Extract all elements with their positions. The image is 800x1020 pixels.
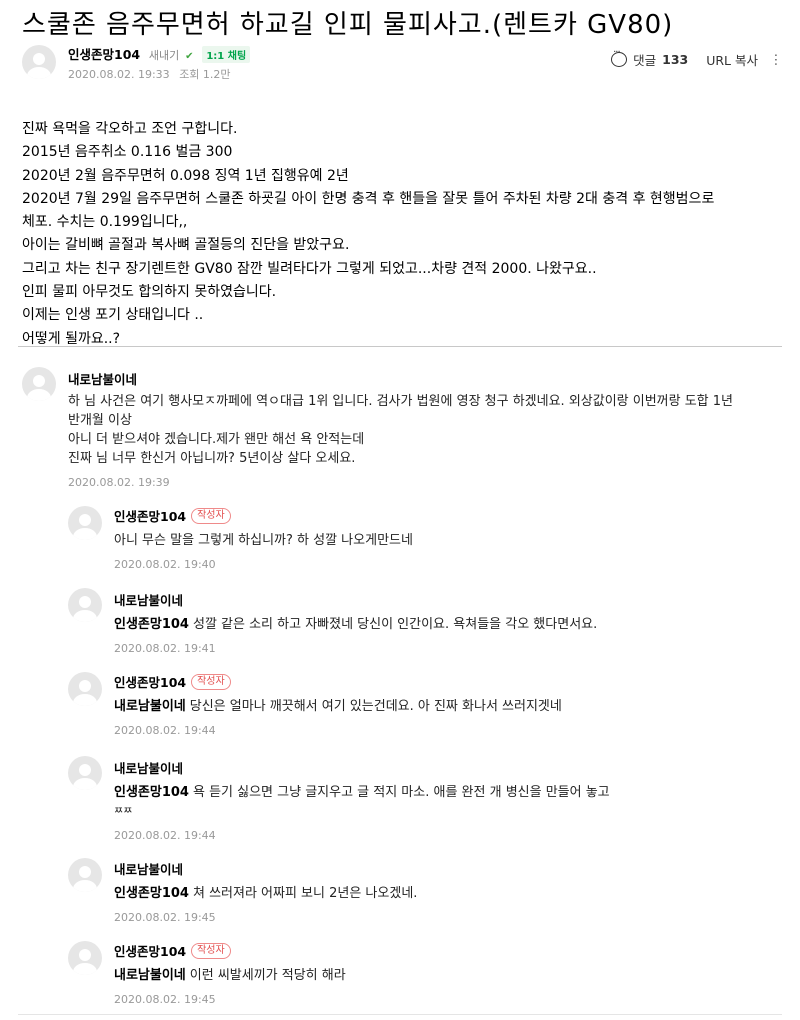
commenter-name[interactable]: 내로남불이네	[114, 859, 183, 878]
comment-text: 내로남불이네 당신은 얼마나 깨끗해서 여기 있는건데요. 아 진짜 화나서 쓰러…	[114, 697, 562, 716]
comment-item: 인생존망104 작성자 내로남불이네 당신은 얼마나 깨끗해서 여기 있는건데요.…	[114, 672, 562, 737]
commenter-name[interactable]: 내로남불이네	[114, 758, 183, 777]
mention[interactable]: 인생존망104	[114, 617, 189, 632]
comment-text: 내로남불이네 이런 씨발세끼가 적당히 해라	[114, 966, 346, 985]
commenter-avatar[interactable]	[22, 367, 56, 401]
comment-line: 욕 듣기 싫으면 그냥 글지우고 글 적지 마소. 애를 완전 개 병신을 만들…	[192, 785, 610, 800]
sprout-icon: ✔	[185, 51, 194, 62]
post-body: 진짜 욕먹을 각오하고 조언 구합니다. 2015년 음주취소 0.116 벌금…	[22, 118, 782, 351]
post-meta: 2020.08.02. 19:33 조회 1.2만	[68, 66, 231, 82]
commenter-avatar[interactable]	[68, 588, 102, 622]
comment-text: 하 님 사건은 여기 행사모ㅈ까페에 역ㅇ대급 1위 입니다. 검사가 법원에 …	[68, 392, 784, 468]
comment-item: 인생존망104 작성자 내로남불이네 이런 씨발세끼가 적당히 해라 2020.0…	[114, 941, 346, 1006]
comment-item: 내로남불이네 인생존망104 쳐 쓰러져라 어짜피 보니 2년은 나오겠네. 20…	[114, 859, 417, 924]
author-avatar[interactable]	[22, 45, 56, 79]
comment-date: 2020.08.02. 19:39	[68, 476, 170, 489]
body-line: 어떻게 될까요..?	[22, 330, 121, 347]
comment-text: 아니 무슨 말을 그렇게 하십니까? 하 성깔 나오게만드네	[114, 531, 413, 550]
body-line: 이제는 인생 포기 상태입니다 ..	[22, 307, 204, 324]
commenter-name[interactable]: 내로남불이네	[114, 590, 183, 609]
commenter-avatar[interactable]	[68, 756, 102, 790]
commenter-name[interactable]: 인생존망104	[114, 672, 186, 691]
divider	[18, 1014, 782, 1015]
comment-date: 2020.08.02. 19:40	[114, 558, 216, 571]
comment-line: 반개월 이상	[68, 413, 132, 428]
comment-line: 쳐 쓰러져라 어짜피 보니 2년은 나오겠네.	[192, 886, 418, 901]
comment-text: 인생존망104 쳐 쓰러져라 어짜피 보니 2년은 나오겠네.	[114, 884, 417, 903]
comment-date: 2020.08.02. 19:45	[114, 993, 216, 1006]
author-name[interactable]: 인생존망104	[68, 47, 140, 62]
body-line: 인피 물피 아무것도 합의하지 못하였습니다.	[22, 284, 277, 301]
comment-date: 2020.08.02. 19:44	[114, 829, 216, 842]
comment-count[interactable]: 133	[662, 52, 688, 67]
chat-button[interactable]: 1:1 채팅	[202, 46, 251, 63]
commenter-avatar[interactable]	[68, 858, 102, 892]
writer-badge: 작성자	[191, 673, 231, 690]
comment-label[interactable]: 댓글	[633, 50, 656, 69]
commenter-avatar[interactable]	[68, 941, 102, 975]
divider	[18, 346, 782, 347]
view-count: 조회 1.2만	[179, 68, 231, 81]
commenter-avatar[interactable]	[68, 506, 102, 540]
writer-badge: 작성자	[191, 942, 231, 959]
member-grade: 새내기	[148, 49, 180, 62]
commenter-name[interactable]: 내로남불이네	[68, 369, 137, 388]
author-row: 인생존망104 새내기 ✔ 1:1 채팅	[68, 44, 251, 63]
comment-line: 아니 더 받으셔야 겠습니다.제가 왠만 해선 욕 안적는데	[68, 432, 365, 447]
comment-text: 인생존망104 성깔 같은 소리 하고 자빠졌네 당신이 인간이요. 욕쳐들을 각…	[114, 615, 597, 634]
commenter-name[interactable]: 인생존망104	[114, 941, 186, 960]
comment-item: 인생존망104 작성자 아니 무슨 말을 그렇게 하십니까? 하 성깔 나오게만…	[114, 506, 413, 571]
comment-item: 내로남불이네 인생존망104 성깔 같은 소리 하고 자빠졌네 당신이 인간이요.…	[114, 590, 597, 655]
comment-line: 이런 씨발세끼가 적당히 해라	[189, 968, 346, 983]
comment-line: 진짜 님 너무 한신거 아닙니까? 5년이상 살다 오세요.	[68, 451, 356, 466]
body-line: 아이는 갈비뼈 골절과 복사뼈 골절등의 진단을 받았구요.	[22, 237, 350, 254]
comment-date: 2020.08.02. 19:44	[114, 724, 216, 737]
comment-item: 내로남불이네 인생존망104 욕 듣기 싫으면 그냥 글지우고 글 적지 마소. …	[114, 758, 610, 842]
body-line: 2015년 음주취소 0.116 벌금 300	[22, 144, 233, 161]
comment-line: 당신은 얼마나 깨끗해서 여기 있는건데요. 아 진짜 화나서 쓰러지겟네	[189, 699, 562, 714]
more-options-icon[interactable]: ···	[767, 53, 783, 66]
mention[interactable]: 인생존망104	[114, 785, 189, 800]
comment-line: 하 님 사건은 여기 행사모ㅈ까페에 역ㅇ대급 1위 입니다. 검사가 법원에 …	[68, 394, 734, 409]
mention[interactable]: 인생존망104	[114, 886, 189, 901]
writer-badge: 작성자	[191, 507, 231, 524]
body-line: 그리고 차는 친구 장기렌트한 GV80 잠깐 빌려타다가 그렇게 되었고...…	[22, 260, 597, 277]
comment-line: 성깔 같은 소리 하고 자빠졌네 당신이 인간이요. 욕쳐들을 각오 했다면서요…	[192, 617, 598, 632]
comment-date: 2020.08.02. 19:45	[114, 911, 216, 924]
commenter-avatar[interactable]	[68, 672, 102, 706]
post-tools: 댓글 133 URL 복사 ···	[611, 47, 783, 69]
comment-item: 내로남불이네 하 님 사건은 여기 행사모ㅈ까페에 역ㅇ대급 1위 입니다. 검…	[68, 369, 784, 489]
comment-date: 2020.08.02. 19:41	[114, 642, 216, 655]
comment-icon[interactable]	[611, 47, 628, 67]
post-title: 스쿨존 음주무면허 하교길 인피 물피사고.(렌트카 GV80)	[22, 10, 674, 40]
comment-line: 아니 무슨 말을 그렇게 하십니까? 하 성깔 나오게만드네	[114, 533, 413, 548]
commenter-name[interactable]: 인생존망104	[114, 506, 186, 525]
body-line: 2020년 7월 29일 음주무면허 스쿨존 하굣길 아이 한명 충격 후 핸들…	[22, 190, 715, 207]
body-line: 체포. 수치는 0.199입니다,,	[22, 214, 188, 231]
mention[interactable]: 내로남불이네	[114, 699, 186, 714]
body-line: 2020년 2월 음주무면허 0.098 징역 1년 집행유예 2년	[22, 167, 349, 184]
body-line: 진짜 욕먹을 각오하고 조언 구합니다.	[22, 121, 238, 137]
url-copy-button[interactable]: URL 복사	[706, 50, 758, 69]
comment-text: 인생존망104 욕 듣기 싫으면 그냥 글지우고 글 적지 마소. 애를 완전 개…	[114, 783, 610, 821]
comment-line: ㅉㅉ	[114, 806, 133, 817]
post-date: 2020.08.02. 19:33	[68, 68, 170, 81]
mention[interactable]: 내로남불이네	[114, 968, 186, 983]
